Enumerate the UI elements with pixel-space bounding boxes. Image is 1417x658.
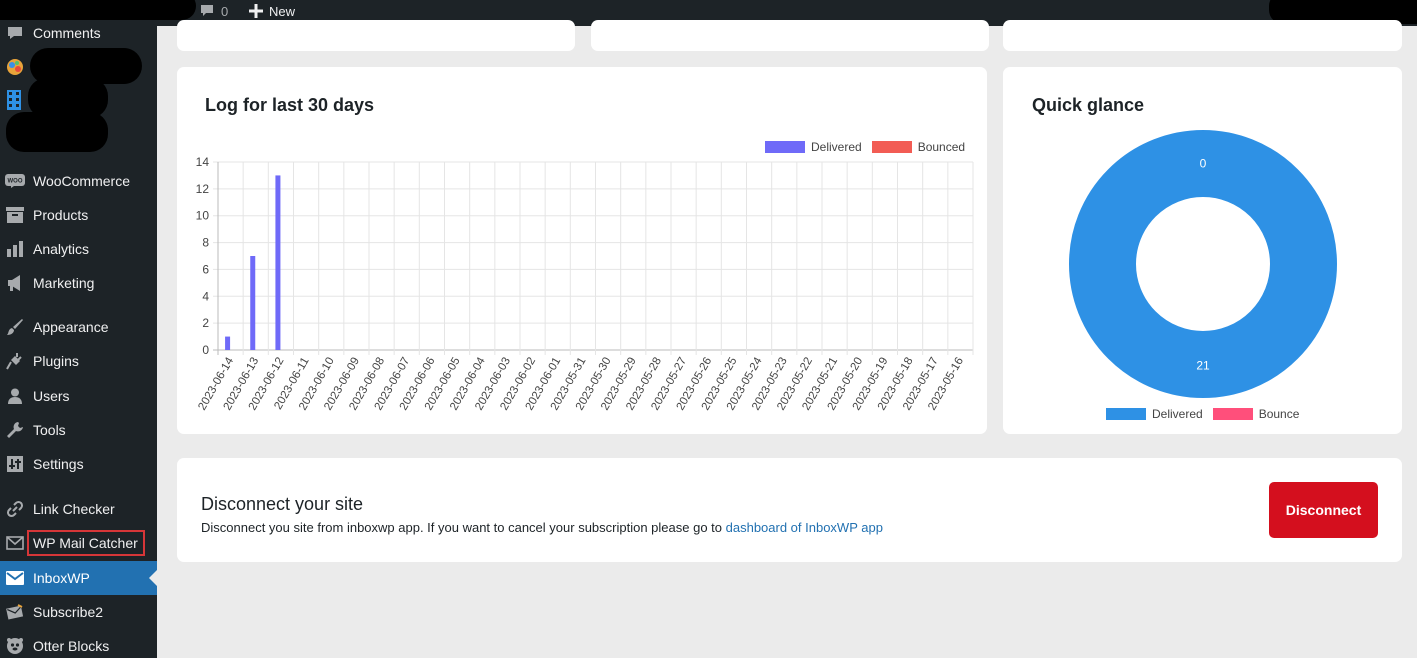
svg-text:WOO: WOO [8,179,23,185]
sidebar-item-label: Settings [33,456,84,472]
comment-bubble-icon [199,3,215,19]
disconnect-card: Disconnect your site Disconnect you site… [177,458,1402,562]
archive-icon [5,205,25,225]
sidebar-item-label: Plugins [33,353,79,369]
building-icon [6,90,24,110]
sidebar-item-inboxwp[interactable]: InboxWP [0,561,157,595]
quick-glance-donut-chart: 21 0 [1069,130,1337,398]
sidebar-item-tools[interactable]: Tools [0,413,157,447]
bar-delivered [250,256,256,350]
sidebar-item-comments[interactable]: Comments [0,16,157,50]
sidebar-item-plugins[interactable]: Plugins [0,344,157,378]
sidebar-item-appearance[interactable]: Appearance [0,310,157,344]
stat-card [1003,20,1402,51]
disconnect-title: Disconnect your site [201,494,364,514]
bar-chart-icon [5,239,25,259]
comments-link[interactable]: 0 [199,0,228,22]
sidebar-item-label: Tools [33,422,66,438]
sidebar-item-woocommerce[interactable]: WOO WooCommerce [0,164,157,198]
envelope-icon [5,568,25,588]
envelope-outline-icon [5,533,25,553]
sidebar-item-label: Link Checker [33,501,115,517]
legend-swatch-delivered [1106,408,1146,420]
sidebar-item-settings[interactable]: Settings [0,447,157,481]
sidebar-item-label: Otter Blocks [33,638,110,654]
stat-card [177,20,575,51]
legend-swatch-bounce [1212,408,1253,420]
sidebar-item-label: Marketing [33,275,95,291]
sidebar-item-label: InboxWP [33,570,90,586]
link-icon [5,499,25,519]
user-icon [5,386,25,406]
inboxwp-dashboard-link[interactable]: dashboard of InboxWP app [726,520,883,535]
redacted-menu-item [6,112,108,152]
admin-sidebar: Comments WOO WooCommerce Products Analyt… [0,25,157,658]
y-tick-label: 0 [202,343,209,357]
new-content-link[interactable]: New [249,0,295,22]
sidebar-item-label: Users [33,388,70,404]
bar-delivered [225,336,231,350]
sidebar-item-marketing[interactable]: Marketing [0,266,157,300]
y-tick-label: 6 [202,262,209,276]
legend-label-delivered: Delivered [1152,407,1203,421]
y-tick-label: 12 [196,182,210,196]
comment-icon [5,23,25,43]
quick-glance-card: Quick glance 21 0 Delivered Bounce [1003,67,1402,434]
sidebar-item-subscribe2[interactable]: Subscribe2 [0,595,157,629]
settings-sliders-icon [5,454,25,474]
comments-count: 0 [221,3,229,19]
sidebar-item-label: Comments [33,25,101,41]
bar-delivered [275,175,281,350]
sidebar-item-otter-blocks[interactable]: Otter Blocks [0,629,157,658]
y-tick-label: 10 [196,209,210,223]
megaphone-icon [5,273,25,293]
sidebar-item-label: Appearance [33,319,109,335]
woocommerce-icon: WOO [5,171,25,191]
sidebar-item-products[interactable]: Products [0,198,157,232]
paintbrush-icon [5,317,25,337]
sidebar-item-link-checker[interactable]: Link Checker [0,492,157,526]
sidebar-item-label: WooCommerce [33,173,130,189]
disconnect-text: Disconnect you site from inboxwp app. If… [201,520,726,535]
wrench-icon [5,420,25,440]
donut-legend: Delivered Bounce [1106,407,1299,421]
sidebar-item-label: Products [33,207,89,223]
plug-icon [5,351,25,371]
sidebar-item-label: Subscribe2 [33,604,104,620]
donut-slice-delivered [1069,130,1337,398]
y-tick-label: 8 [202,236,209,250]
otter-icon [5,636,25,656]
sidebar-item-wp-mail-catcher[interactable]: WP Mail Catcher [0,526,157,560]
colorful-plugin-icon [6,58,24,76]
log-card: Log for last 30 days Delivered Bounced 0… [177,67,987,434]
sidebar-item-label: WP Mail Catcher [27,530,145,556]
plus-icon [249,4,263,18]
legend-label-bounce: Bounce [1258,407,1300,421]
disconnect-description: Disconnect you site from inboxwp app. If… [201,520,883,535]
subscribe2-icon [5,602,25,622]
y-tick-label: 4 [202,289,209,303]
disconnect-button[interactable]: Disconnect [1269,482,1378,538]
y-tick-label: 14 [196,155,210,169]
new-label: New [269,3,296,19]
log-bar-chart: 024681012142023-06-142023-06-132023-06-1… [196,155,974,412]
sidebar-item-analytics[interactable]: Analytics [0,232,157,266]
donut-data-label-delivered: 21 [1196,359,1210,373]
stat-card [591,20,989,51]
sidebar-item-label: Analytics [33,241,90,257]
y-tick-label: 2 [202,316,209,330]
sidebar-item-users[interactable]: Users [0,379,157,413]
donut-data-label-bounce: 0 [1200,157,1207,171]
